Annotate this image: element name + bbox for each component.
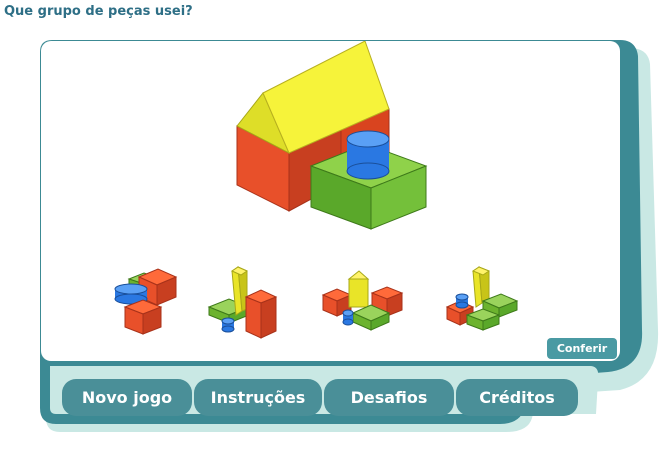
credits-tab[interactable]: Créditos bbox=[456, 379, 578, 416]
credits-label: Créditos bbox=[479, 388, 555, 407]
option-group-2[interactable] bbox=[207, 266, 278, 339]
check-button[interactable]: Conferir bbox=[547, 338, 617, 359]
instructions-label: Instruções bbox=[210, 388, 306, 407]
challenges-tab[interactable]: Desafios bbox=[324, 379, 454, 416]
option-group-4[interactable] bbox=[445, 266, 519, 331]
new-game-label: Novo jogo bbox=[81, 388, 173, 407]
option-group-1[interactable] bbox=[114, 268, 178, 335]
instructions-tab[interactable]: Instruções bbox=[194, 379, 322, 416]
challenges-label: Desafios bbox=[350, 388, 428, 407]
new-game-tab[interactable]: Novo jogo bbox=[62, 379, 192, 416]
puzzle-panel bbox=[41, 41, 620, 361]
option-group-3[interactable] bbox=[321, 270, 404, 331]
target-construction bbox=[236, 41, 428, 230]
